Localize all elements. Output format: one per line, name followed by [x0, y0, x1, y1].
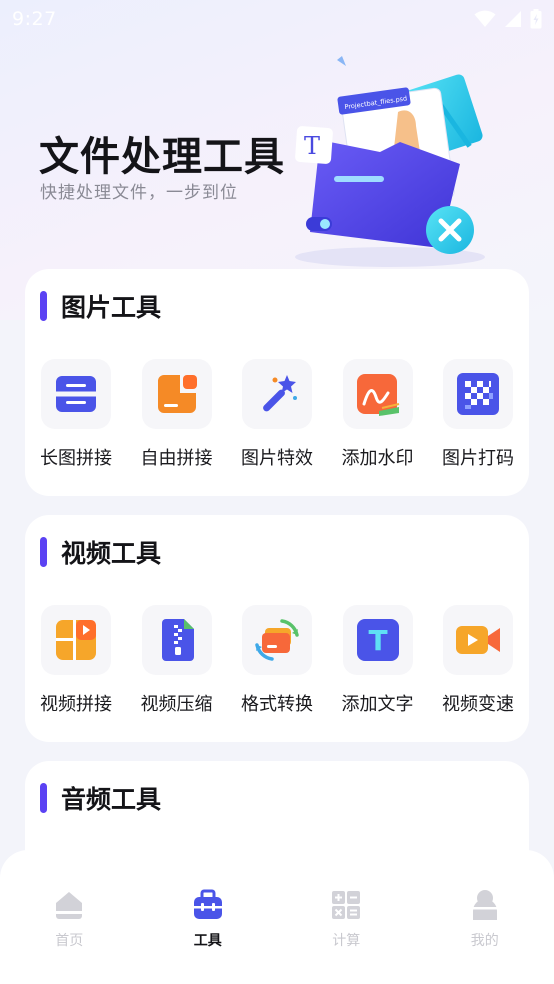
- tool-label: 长图拼接: [40, 448, 112, 469]
- mosaic-icon: [443, 359, 513, 429]
- hero-t-badge: T: [304, 132, 320, 160]
- tool-label: 自由拼接: [140, 448, 213, 469]
- section-accent-bar: [40, 783, 47, 813]
- section-accent-bar: [40, 291, 47, 321]
- video-stitch-icon: [41, 605, 111, 675]
- tool-video-speed[interactable]: 视频变速: [434, 605, 522, 716]
- video-tools-grid: 视频拼接 视频压缩 格式转换 T 添加文字 视频变速: [25, 605, 529, 716]
- status-bar: 9:27: [0, 0, 554, 38]
- video-tools-card: 视频工具 视频拼接 视频压缩 格式转换 T 添加文字 视频变速: [25, 515, 529, 742]
- nav-profile[interactable]: 我的: [435, 888, 535, 984]
- hero-illustration: Projectbat_flies.psd T: [295, 56, 485, 267]
- wifi-icon: [474, 10, 496, 27]
- section-title-video-tools: 视频工具: [61, 539, 162, 568]
- add-text-icon: T: [342, 605, 413, 675]
- nav-label: 计算: [332, 933, 361, 949]
- magic-wand-icon: [242, 359, 312, 429]
- tool-add-text[interactable]: T 添加文字: [334, 605, 422, 716]
- tool-label: 图片打码: [442, 448, 514, 469]
- tool-image-mosaic[interactable]: 图片打码: [434, 359, 522, 470]
- nav-label: 工具: [193, 933, 222, 949]
- calculator-icon: [329, 888, 363, 922]
- cellular-signal-icon: [505, 11, 521, 27]
- page-title: 文件处理工具: [39, 134, 285, 180]
- section-title-image-tools: 图片工具: [61, 293, 162, 322]
- nav-tools[interactable]: 工具: [158, 888, 258, 984]
- tool-label: 视频压缩: [140, 694, 213, 715]
- section-header: 音频工具: [40, 781, 161, 815]
- tool-free-stitch[interactable]: 自由拼接: [133, 359, 221, 470]
- status-time: 9:27: [12, 8, 57, 30]
- status-icons: [474, 9, 542, 29]
- tool-label: 视频变速: [442, 694, 514, 715]
- tool-format-convert[interactable]: 格式转换: [233, 605, 321, 716]
- nav-label: 我的: [470, 933, 499, 949]
- bottom-navigation: 首页 工具 计算 我的: [0, 850, 554, 984]
- image-tools-grid: 长图拼接 自由拼接 图片特效 添加水印 图片打码: [25, 359, 529, 470]
- format-convert-icon: [242, 605, 312, 675]
- tool-video-stitch[interactable]: 视频拼接: [32, 605, 120, 716]
- tool-label: 添加文字: [341, 694, 414, 715]
- tool-add-watermark[interactable]: 添加水印: [334, 359, 422, 470]
- tool-label: 格式转换: [241, 694, 313, 715]
- tool-long-image-stitch[interactable]: 长图拼接: [32, 359, 120, 470]
- tool-video-compress[interactable]: 视频压缩: [133, 605, 221, 716]
- watermark-icon: [342, 359, 413, 429]
- video-compress-icon: [141, 605, 212, 675]
- video-speed-icon: [443, 605, 513, 675]
- add-text-glyph: T: [368, 624, 387, 657]
- free-stitch-icon: [141, 359, 212, 429]
- section-title-audio-tools: 音频工具: [61, 785, 162, 814]
- profile-icon: [468, 888, 502, 922]
- tool-image-effects[interactable]: 图片特效: [233, 359, 321, 470]
- nav-home[interactable]: 首页: [19, 888, 119, 984]
- nav-label: 首页: [55, 933, 84, 949]
- tool-label: 视频拼接: [40, 694, 112, 715]
- toolbox-icon: [191, 888, 225, 922]
- home-icon: [52, 888, 86, 922]
- page-subtitle: 快捷处理文件，一步到位: [40, 183, 238, 203]
- section-header: 图片工具: [40, 289, 161, 323]
- nav-calculator[interactable]: 计算: [296, 888, 396, 984]
- image-tools-card: 图片工具 长图拼接 自由拼接 图片特效 添加水印 图片打码: [25, 269, 529, 496]
- battery-icon: [530, 9, 542, 29]
- tool-label: 添加水印: [341, 448, 414, 469]
- tool-label: 图片特效: [241, 448, 313, 469]
- long-image-stitch-icon: [41, 359, 111, 429]
- section-header: 视频工具: [40, 535, 161, 569]
- section-accent-bar: [40, 537, 47, 567]
